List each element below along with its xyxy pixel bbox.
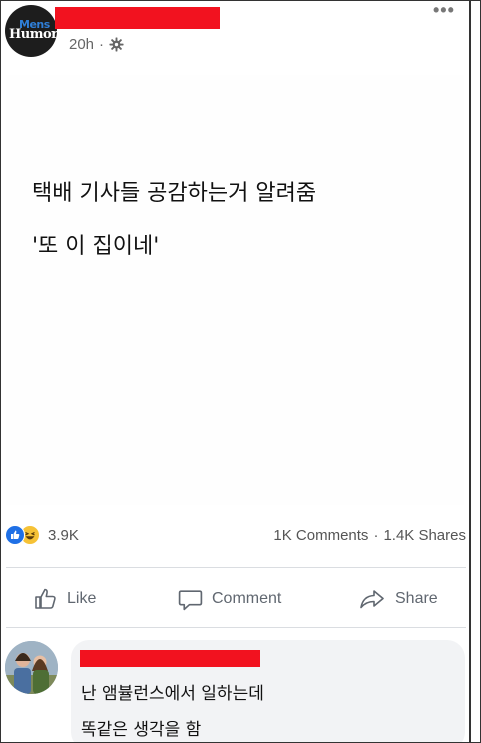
post-text-line-1: 택배 기사들 공감하는거 알려줌 (32, 181, 317, 206)
divider-top (6, 567, 466, 568)
comment-text-line-1: 난 앰뷸런스에서 일하는데 (81, 684, 264, 704)
redacted-page-name (55, 7, 220, 29)
like-button[interactable]: Like (33, 585, 96, 613)
post-image: 택배 기사들 공감하는거 알려줌 '또 이 집이네' (6, 75, 464, 505)
share-button[interactable]: Share (357, 585, 438, 613)
thumbs-up-icon (35, 588, 56, 609)
comments-count-link[interactable]: 1K Comments (273, 527, 368, 544)
facebook-post-card: Mens Humor 20h · ••• 택배 기사들 공감하는거 알려줌 '또… (0, 0, 481, 743)
post-meta: 20h · (69, 34, 124, 54)
comment-bubble-icon (178, 589, 203, 610)
comment-text-line-2: 똑같은 생각을 함 (81, 720, 202, 740)
more-options-icon[interactable]: ••• (433, 1, 455, 19)
window-edge (469, 0, 471, 743)
gear-icon[interactable] (109, 36, 124, 52)
stats-separator: · (373, 527, 379, 544)
post-timestamp[interactable]: 20h (69, 36, 94, 53)
divider-bottom (6, 627, 466, 628)
page-avatar[interactable]: Mens Humor (5, 5, 57, 57)
commenter-avatar[interactable] (5, 641, 58, 694)
like-label: Like (67, 590, 97, 607)
share-arrow-icon (360, 590, 384, 609)
engagement-stats: 1K Comments · 1.4K Shares (273, 527, 466, 544)
like-reaction-icon (5, 525, 25, 545)
comment-label: Comment (212, 590, 282, 607)
reaction-count: 3.9K (48, 526, 79, 544)
comment-button[interactable]: Comment (177, 585, 281, 613)
logo-text-bottom: Humor (9, 27, 57, 42)
meta-separator: · (99, 35, 105, 53)
reaction-summary[interactable]: 3.9K (5, 525, 79, 545)
post-text-line-2: '또 이 집이네' (32, 234, 160, 259)
redacted-commenter-name (80, 650, 260, 667)
share-label: Share (395, 590, 438, 607)
shares-count-link[interactable]: 1.4K Shares (383, 527, 466, 544)
